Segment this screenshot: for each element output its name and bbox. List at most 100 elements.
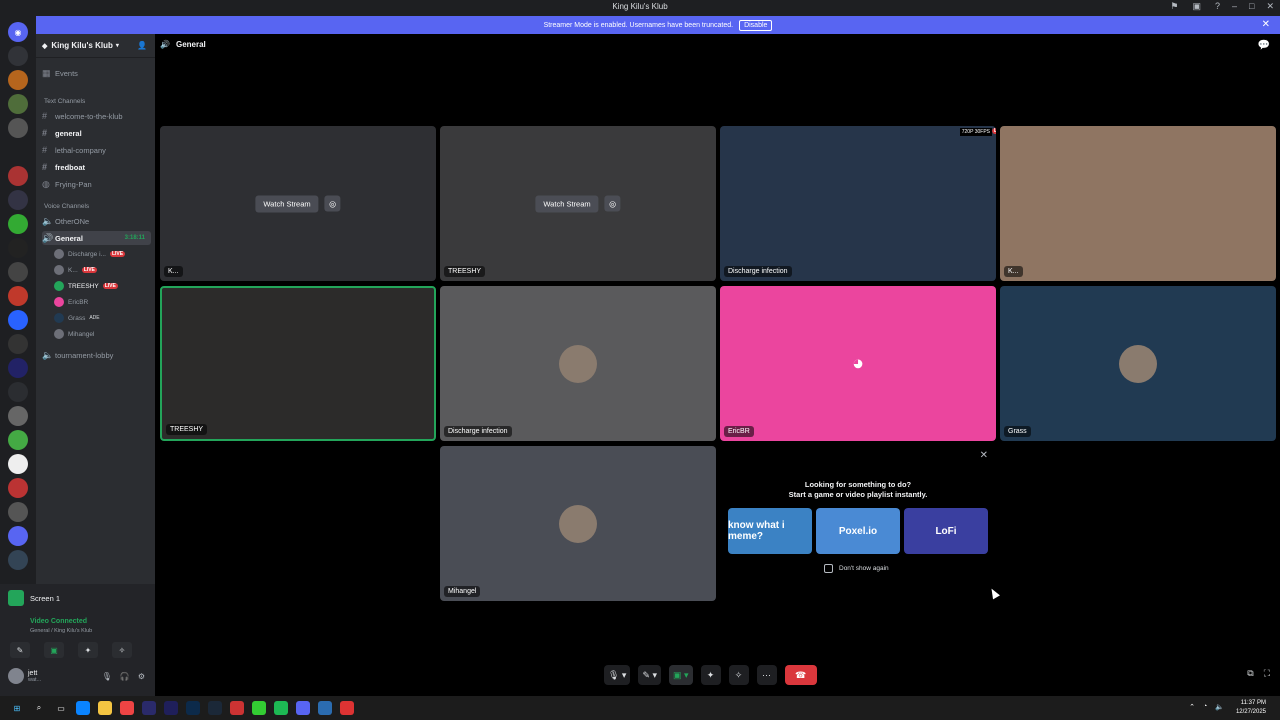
photoshop-icon[interactable] [186, 701, 200, 715]
server-icon[interactable] [8, 526, 28, 546]
video-tile[interactable]: 720P 30FPSLIVE Discharge infection [720, 126, 996, 281]
more-button[interactable]: ⋯ [756, 665, 777, 685]
server-icon[interactable] [8, 286, 28, 306]
voice-user[interactable]: Grass ADE [54, 311, 149, 325]
video-tile[interactable]: ◕ EricBR [720, 286, 996, 441]
gear-icon[interactable]: ⚙ [138, 672, 145, 681]
channel-lethal-company[interactable]: # lethal-company [42, 143, 151, 157]
server-icon[interactable] [8, 262, 28, 282]
server-icon[interactable] [8, 94, 28, 114]
video-tile[interactable]: Mihangel [440, 446, 716, 601]
inbox-icon[interactable]: ⚑ [1170, 1, 1178, 12]
edge-icon[interactable] [76, 701, 90, 715]
voice-channels-category[interactable]: Voice Channels [44, 203, 89, 210]
voice-channel-tournament[interactable]: 🔈 tournament-lobby [42, 348, 151, 362]
spotify-icon[interactable] [274, 701, 288, 715]
windows-start-icon[interactable]: ⊞ [10, 701, 24, 715]
minimize-icon[interactable]: – [1232, 1, 1237, 12]
chat-icon[interactable]: 💬 [1258, 40, 1270, 51]
camera-button[interactable]: ✎ [10, 642, 30, 658]
server-icon[interactable] [8, 478, 28, 498]
headphones-icon[interactable]: 🎧 [120, 672, 130, 681]
server-icon[interactable] [8, 454, 28, 474]
channel-welcome[interactable]: # welcome-to-the-klub [42, 109, 151, 123]
camera-button[interactable]: ✎ ▾ [638, 665, 662, 685]
soundboard-button[interactable]: ✧ [112, 642, 132, 658]
voice-user[interactable]: Discharge i... LIVE [54, 247, 149, 261]
steam-icon[interactable] [208, 701, 222, 715]
video-tile[interactable]: Watch Stream ◎ TREESHY [440, 126, 716, 281]
close-icon[interactable]: ✕ [1262, 19, 1270, 30]
home-icon[interactable]: ◉ [8, 22, 28, 42]
preview-icon[interactable]: ◎ [324, 195, 341, 212]
notes-icon[interactable] [318, 701, 332, 715]
chrome-icon[interactable] [120, 701, 134, 715]
watch-stream-button[interactable]: Watch Stream [535, 195, 599, 212]
server-icon[interactable] [8, 214, 28, 234]
app-icon[interactable] [252, 701, 266, 715]
task-view-icon[interactable]: ▭ [54, 701, 68, 715]
text-channels-category[interactable]: Text Channels [44, 98, 85, 105]
server-icon[interactable] [8, 406, 28, 426]
server-icon[interactable] [8, 430, 28, 450]
voice-channel-general[interactable]: 🔊 General 3:18:11 [42, 231, 151, 245]
invite-icon[interactable]: 👤 [137, 41, 147, 50]
disconnect-button[interactable]: ☎ [784, 665, 817, 685]
voice-user[interactable]: Mihangel [54, 327, 149, 341]
help-icon[interactable]: ? [1215, 1, 1220, 12]
activity-card[interactable]: know what i meme? [728, 508, 812, 554]
voice-user[interactable]: K... LIVE [54, 263, 149, 277]
voice-status[interactable]: Video Connected [30, 618, 87, 625]
discord-icon[interactable] [296, 701, 310, 715]
server-icon[interactable] [8, 310, 28, 330]
search-icon[interactable]: ⌕ [32, 701, 46, 715]
server-icon[interactable] [8, 550, 28, 570]
activities-button[interactable]: ✦ [700, 665, 721, 685]
server-icon[interactable] [8, 118, 28, 138]
wifi-icon[interactable]: ◔ [1203, 703, 1207, 711]
screen-share-button[interactable]: ▣ ▾ [669, 665, 693, 685]
channel-fredboat[interactable]: # fredboat [42, 160, 151, 174]
server-icon[interactable] [8, 46, 28, 66]
server-icon[interactable] [8, 190, 28, 210]
server-icon[interactable] [8, 238, 28, 258]
soundboard-button[interactable]: ✧ [728, 665, 749, 685]
app-icon[interactable] [230, 701, 244, 715]
channel-frying-pan[interactable]: ◍ Frying-Pan [42, 177, 151, 191]
video-tile[interactable]: Grass [1000, 286, 1276, 441]
clock[interactable]: 11:37 PM 12/27/2025 [1236, 699, 1266, 717]
voice-user[interactable]: EricBR [54, 295, 149, 309]
mic-icon[interactable]: 🎙 [102, 672, 112, 681]
activity-card[interactable]: LoFi [904, 508, 988, 554]
video-tile[interactable]: TREESHY [160, 286, 436, 441]
obs-icon[interactable] [340, 701, 354, 715]
server-icon[interactable] [8, 502, 28, 522]
close-icon[interactable]: ✕ [980, 450, 988, 461]
server-icon[interactable] [8, 358, 28, 378]
dont-show-checkbox[interactable]: Don't show again [824, 564, 889, 573]
events-item[interactable]: ▦ Events [42, 66, 151, 80]
video-tile[interactable]: K... [1000, 126, 1276, 281]
server-icon[interactable] [8, 70, 28, 90]
server-icon[interactable] [8, 382, 28, 402]
file-explorer-icon[interactable] [98, 701, 112, 715]
activities-button[interactable]: ✦ [78, 642, 98, 658]
video-tile[interactable]: Discharge infection [440, 286, 716, 441]
preview-icon[interactable]: ◎ [604, 195, 621, 212]
volume-icon[interactable]: 🔈 [1215, 703, 1224, 711]
fullscreen-icon[interactable]: ⛶ [1264, 668, 1270, 679]
tray-chevron-icon[interactable]: ⌃ [1189, 703, 1195, 711]
checkbox[interactable] [824, 564, 833, 573]
activity-card[interactable]: Poxel.io [816, 508, 900, 554]
server-icon[interactable] [8, 166, 28, 186]
screen-icon[interactable]: ▣ [1192, 1, 1201, 12]
disable-button[interactable]: Disable [739, 19, 773, 31]
video-tile[interactable]: Watch Stream ◎ K... [160, 126, 436, 281]
after-effects-icon[interactable] [164, 701, 178, 715]
maximize-icon[interactable]: □ [1249, 1, 1254, 12]
screen-share-row[interactable]: Screen 1 [8, 590, 60, 606]
voice-user[interactable]: TREESHY LIVE [54, 279, 149, 293]
watch-stream-button[interactable]: Watch Stream [255, 195, 319, 212]
user-info[interactable]: jett wat... [8, 668, 41, 684]
server-icon[interactable] [8, 334, 28, 354]
